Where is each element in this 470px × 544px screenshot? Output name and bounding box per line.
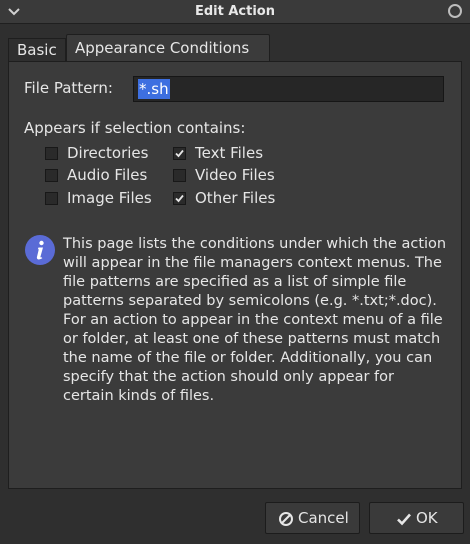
checkbox-video-files-box[interactable] bbox=[173, 169, 186, 182]
check-icon bbox=[396, 511, 412, 531]
checkmark-icon bbox=[175, 149, 184, 158]
checkbox-directories-box[interactable] bbox=[45, 147, 58, 160]
checkbox-image-files-box[interactable] bbox=[45, 192, 58, 205]
cancel-icon bbox=[278, 511, 294, 531]
ok-button[interactable]: OK bbox=[369, 502, 464, 534]
info-icon bbox=[24, 234, 56, 266]
window-close-icon[interactable] bbox=[448, 4, 462, 18]
window-title: Edit Action bbox=[194, 4, 275, 19]
file-pattern-label: File Pattern: bbox=[24, 79, 113, 97]
ok-button-label: OK bbox=[416, 509, 438, 527]
cancel-button-label: Cancel bbox=[298, 509, 349, 527]
tab-basic[interactable]: Basic bbox=[8, 38, 66, 62]
checkbox-text-files-box[interactable] bbox=[173, 147, 186, 160]
tab-appearance-conditions[interactable]: Appearance Conditions bbox=[66, 34, 270, 62]
title-bar: Edit Action bbox=[0, 0, 470, 24]
appears-if-label: Appears if selection contains: bbox=[24, 119, 246, 137]
checkmark-icon bbox=[175, 194, 184, 203]
checkbox-text-files-label: Text Files bbox=[195, 144, 264, 162]
checkbox-audio-files-label: Audio Files bbox=[67, 166, 148, 184]
info-description: This page lists the conditions under whi… bbox=[63, 236, 447, 404]
checkbox-directories-label: Directories bbox=[67, 144, 149, 162]
checkbox-image-files-label: Image Files bbox=[67, 189, 152, 207]
cancel-button[interactable]: Cancel bbox=[265, 502, 360, 534]
checkbox-other-files-label: Other Files bbox=[195, 189, 276, 207]
file-pattern-value: *.sh bbox=[138, 79, 170, 99]
checkbox-other-files-box[interactable] bbox=[173, 192, 186, 205]
checkbox-video-files-label: Video Files bbox=[195, 166, 275, 184]
file-pattern-input[interactable]: *.sh bbox=[133, 76, 444, 102]
edit-action-dialog: Edit Action Basic Appearance Conditions … bbox=[0, 0, 470, 544]
checkbox-audio-files-box[interactable] bbox=[45, 169, 58, 182]
